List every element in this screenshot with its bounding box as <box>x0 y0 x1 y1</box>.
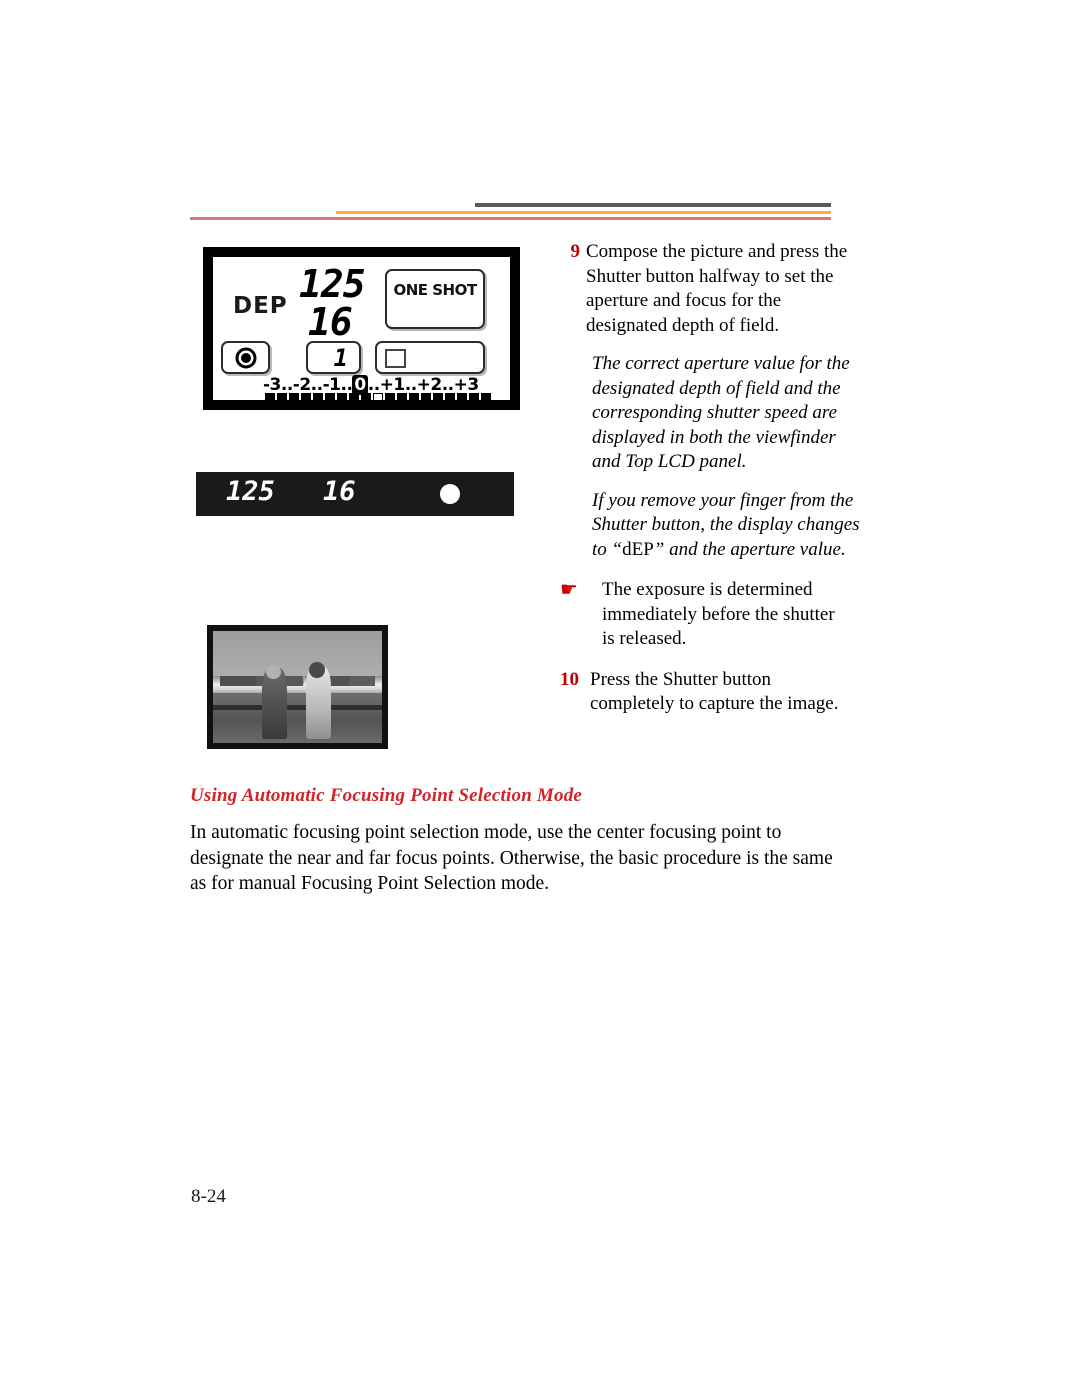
photo-sky <box>213 631 382 683</box>
photo-railing <box>213 704 382 710</box>
note-dep-quoted: dEP <box>622 538 654 560</box>
metering-dot-icon <box>240 352 251 363</box>
exposure-scale-zero: 0 <box>352 375 368 395</box>
pointing-hand-icon: ☛ <box>560 579 578 601</box>
sample-photo-image <box>213 631 382 743</box>
photo-trees <box>219 675 376 686</box>
viewfinder-aperture-value: 16 <box>323 476 356 507</box>
card-square-icon <box>385 349 406 368</box>
section-heading: Using Automatic Focusing Point Selection… <box>190 785 583 806</box>
step-9-text: Compose the picture and press the Shutte… <box>586 241 848 336</box>
note-aperture-value: The correct aperture value for the desig… <box>592 353 850 472</box>
bullet-exposure-note: ☛ The exposure is determined immediately… <box>560 578 860 652</box>
lcd-frames-remaining-value: 1 <box>333 344 348 372</box>
lcd-exposure-scale: -3..-2..-1.. 0 ..+1..+2..+3 <box>263 375 479 395</box>
top-lcd-panel-illustration: DEP 125 16 ONE SHOT 1 -3..-2..-1.. 0 ..+1.… <box>203 247 520 410</box>
header-rule-red <box>190 217 831 220</box>
lcd-card-status-box <box>375 341 485 374</box>
note-dep-display: If you remove your finger from the Shutt… <box>592 489 860 563</box>
lcd-exposure-bar-segments <box>265 393 491 401</box>
instruction-steps: 9 Compose the picture and press the Shut… <box>560 240 860 717</box>
section-body-paragraph: In automatic focusing point selection mo… <box>190 822 833 894</box>
manual-page: DEP 125 16 ONE SHOT 1 -3..-2..-1.. 0 ..+1.… <box>0 0 1080 1397</box>
lcd-af-mode-label: ONE SHOT <box>393 281 477 299</box>
lcd-aperture-value: 16 <box>308 300 353 344</box>
focus-confirmation-dot-icon <box>440 484 460 504</box>
sample-photo-thumbnail <box>207 625 388 749</box>
viewfinder-shutter-speed: 125 <box>226 476 275 507</box>
step-10: 10 Press the Shutter button completely t… <box>560 668 860 717</box>
exposure-scale-left: -3..-2..-1.. <box>263 375 353 395</box>
note-dep-after: ” and the aperture value. <box>653 538 846 560</box>
viewfinder-display-illustration: 125 16 <box>196 472 514 516</box>
header-rule-gray <box>475 203 831 207</box>
step-9: 9 Compose the picture and press the Shut… <box>560 240 860 338</box>
lcd-screen: DEP 125 16 ONE SHOT 1 -3..-2..-1.. 0 ..+1.… <box>213 257 510 401</box>
lcd-metering-mode-box <box>221 341 270 374</box>
lcd-frames-remaining-box: 1 <box>306 341 361 374</box>
lcd-mode-label: DEP <box>233 293 288 319</box>
page-number: 8-24 <box>191 1186 226 1207</box>
header-rule-yellow <box>336 211 831 214</box>
bullet-exposure-text: The exposure is determined immediately b… <box>602 579 835 649</box>
photo-water <box>213 692 382 743</box>
step-9-number: 9 <box>570 241 581 262</box>
exposure-scale-right: ..+1..+2..+3 <box>367 375 479 395</box>
lcd-af-mode-box: ONE SHOT <box>385 269 485 329</box>
lcd-shutter-speed: 125 <box>299 262 366 306</box>
step-10-text: Press the Shutter button completely to c… <box>590 668 839 715</box>
step-10-number: 10 <box>560 668 579 690</box>
